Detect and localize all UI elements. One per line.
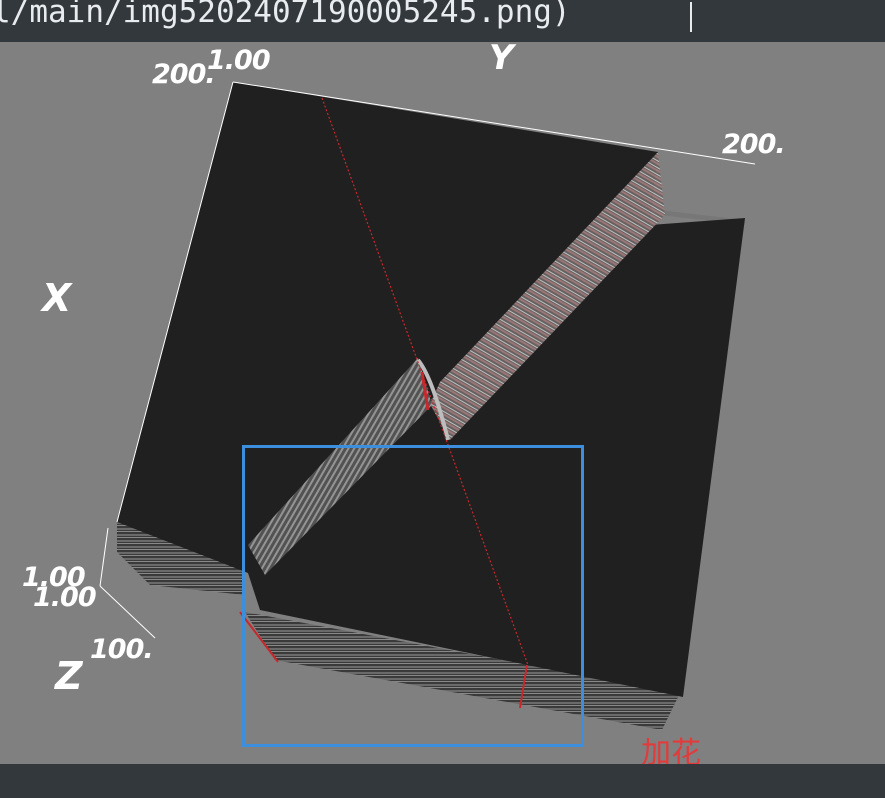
y-axis-start-tick: 1.00 [207,45,271,76]
z-axis-label: Z [55,654,83,698]
bottom-status-bar [0,764,885,798]
file-path-title: l/main/img520240719000524​5.png) [0,0,571,30]
z-axis-start-tick: 1.00 [33,582,97,613]
x-axis-label: X [42,276,72,320]
z-axis-end-tick: 100. [90,634,154,665]
bbox-edge-z [99,585,156,639]
window-title-bar: l/main/img520240719000524​5.png) [0,0,885,42]
annotation-label: 加花 [641,736,701,764]
bbox-edge-front [99,527,109,587]
text-cursor [690,2,692,32]
volume-3d-viewport[interactable]: Y X Z 200. 1.00 200. 1.00 1.00 100. 加花 [0,42,885,764]
y-axis-label: Y [489,42,514,78]
x-axis-top-tick: 200. [152,59,216,90]
selection-rectangle[interactable] [242,445,584,747]
y-axis-end-tick: 200. [722,129,786,160]
